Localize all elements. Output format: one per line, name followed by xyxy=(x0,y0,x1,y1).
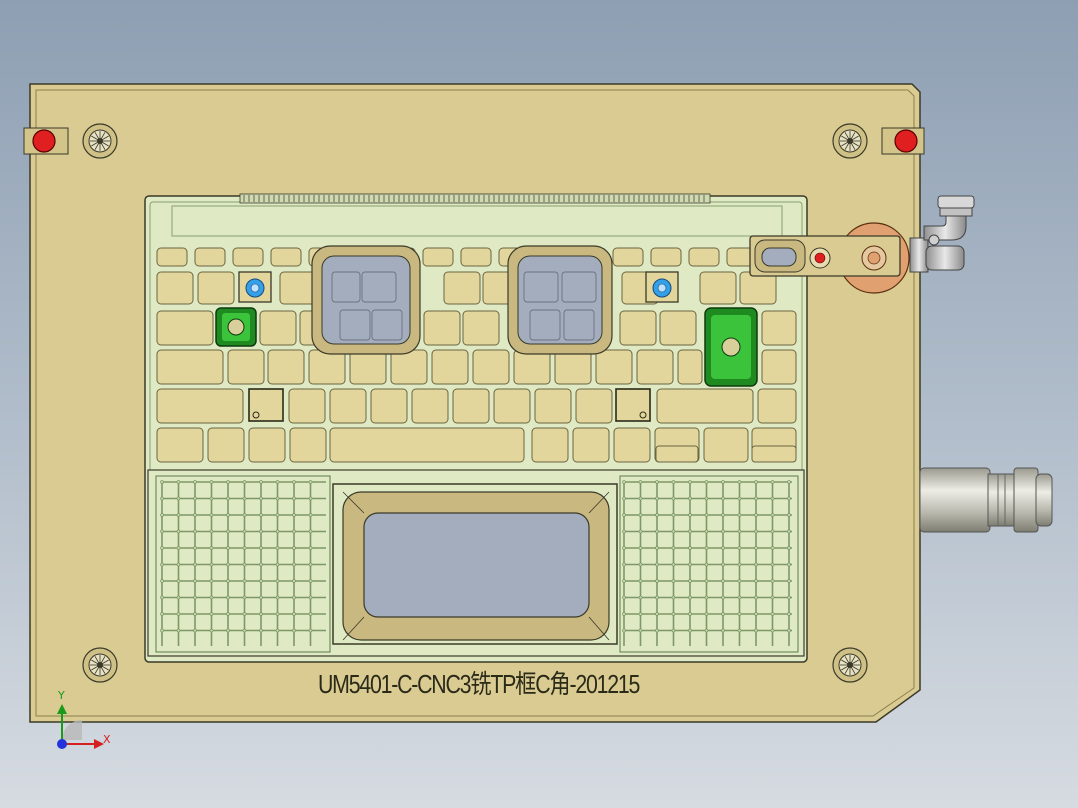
touchpad-window xyxy=(332,483,618,645)
axis-x-label: X xyxy=(103,733,111,746)
axis-y-label: Y xyxy=(58,689,65,702)
screw-blue-left xyxy=(238,271,272,303)
vacuum-connector xyxy=(919,467,1053,533)
key-cutout-left xyxy=(311,245,421,355)
support-pad-right xyxy=(615,388,651,422)
locating-pin-right xyxy=(894,129,918,153)
part-number-label: UM5401-C-CNC3铣TP框C角-201215 xyxy=(318,669,640,699)
green-locator-small xyxy=(215,307,257,347)
cad-viewport[interactable]: UM5401-C-CNC3铣TP框C角-201215 Y X xyxy=(0,0,1078,808)
green-locator-large xyxy=(704,307,758,387)
screw-blue-right xyxy=(645,271,679,303)
key-cutout-right xyxy=(507,245,613,355)
support-pad-left xyxy=(248,388,284,422)
locating-pin-left xyxy=(32,129,56,153)
